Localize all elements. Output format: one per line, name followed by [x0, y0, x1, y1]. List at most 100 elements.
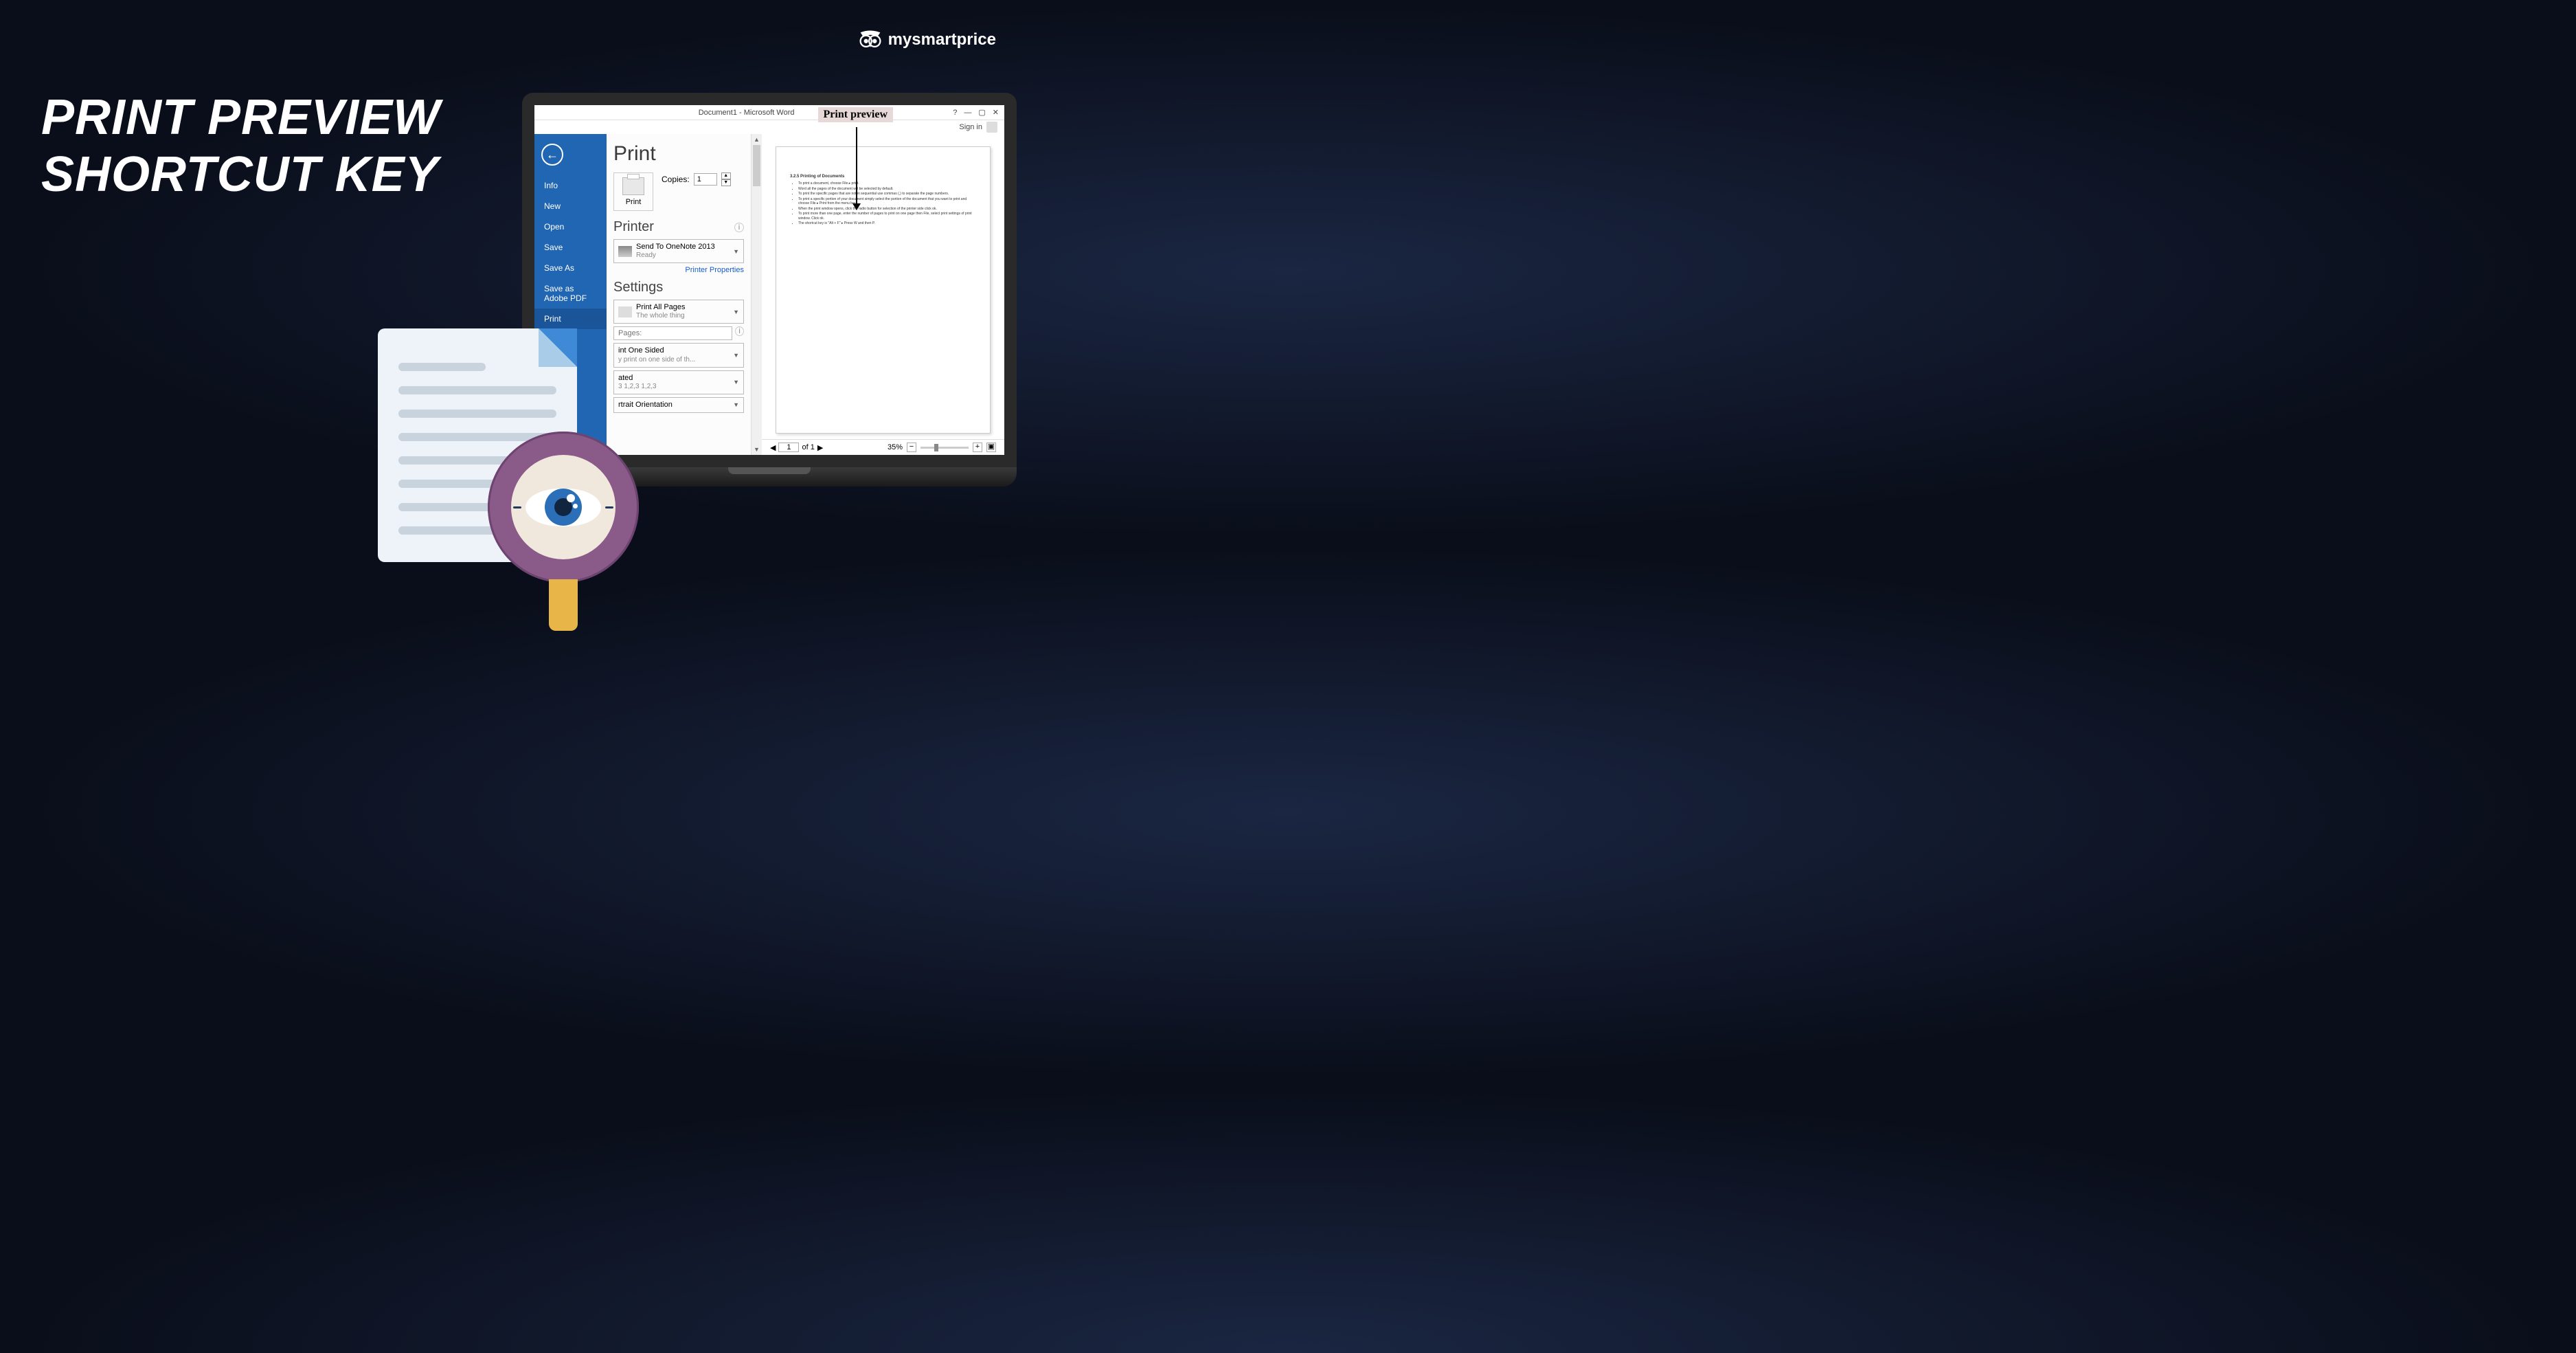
prev-page-button[interactable]: ◀ — [770, 443, 776, 452]
copies-input[interactable] — [694, 173, 717, 186]
doc-line: To print a specific portion of your docu… — [798, 197, 976, 206]
printer-select[interactable]: Send To OneNote 2013 Ready ▼ — [613, 239, 744, 263]
preview-panel: 3.2.5 Printing of Documents To print a d… — [762, 134, 1004, 455]
chevron-down-icon: ▼ — [733, 379, 739, 385]
fit-page-button[interactable]: ▣ — [986, 443, 996, 452]
hero-line1: PRINT PREVIEW — [41, 89, 440, 146]
page-total: of 1 — [802, 443, 814, 451]
sidebar-item-info[interactable]: Info — [534, 175, 607, 196]
restore-button[interactable]: ▢ — [978, 108, 985, 117]
sidebar-item-print[interactable]: Print — [534, 309, 607, 329]
copies-label: Copies: — [662, 175, 690, 184]
back-button[interactable]: ← — [541, 144, 563, 166]
hero-line2: SHORTCUT KEY — [41, 146, 440, 203]
zoom-in-button[interactable]: + — [973, 443, 982, 452]
laptop-screen: Document1 - Microsoft Word ? — ▢ ✕ Sign … — [522, 93, 1017, 467]
word-main: Print Print Copies: ▲ — [607, 134, 1004, 455]
sided-sub: y print on one side of th... — [618, 356, 729, 364]
owl-icon — [858, 27, 883, 52]
page-fold-icon — [539, 328, 577, 367]
doc-list: To print a document, choose File ▸ print… — [798, 181, 976, 226]
doc-line: When the print window opens, click the r… — [798, 207, 976, 212]
scroll-down-icon: ▼ — [752, 444, 762, 455]
collated-sub: 3 1,2,3 1,2,3 — [618, 383, 729, 391]
callout-arrow-icon — [856, 127, 857, 210]
laptop-mockup: Document1 - Microsoft Word ? — ▢ ✕ Sign … — [522, 93, 1017, 487]
avatar-icon[interactable] — [986, 122, 997, 133]
doc-line: To print a document, choose File ▸ print… — [798, 181, 976, 186]
sidebar-item-open[interactable]: Open — [534, 216, 607, 237]
print-pages-select[interactable]: Print All Pages The whole thing ▼ — [613, 300, 744, 324]
chevron-down-icon: ▼ — [733, 248, 739, 255]
word-body: ← Info New Open Save Save As Save as Ado… — [534, 134, 1004, 455]
chevron-down-icon: ▼ — [733, 352, 739, 359]
help-button[interactable]: ? — [953, 109, 957, 117]
scroll-up-icon: ▲ — [752, 134, 762, 145]
next-page-button[interactable]: ▶ — [817, 443, 823, 452]
sidebar-item-saveas[interactable]: Save As — [534, 258, 607, 278]
settings-heading: Settings — [613, 280, 744, 295]
sidebar-item-new[interactable]: New — [534, 196, 607, 216]
pages-sub: The whole thing — [636, 312, 729, 320]
chevron-down-icon: ▼ — [721, 179, 731, 186]
sidebar-item-save[interactable]: Save — [534, 237, 607, 258]
collated-select[interactable]: ated 3 1,2,3 1,2,3 ▼ — [613, 370, 744, 394]
pages-icon — [618, 306, 632, 317]
pages-input[interactable] — [613, 326, 732, 340]
magnifier-icon — [488, 432, 639, 583]
window-controls: ? — ▢ ✕ — [953, 108, 999, 117]
printer-icon — [622, 177, 644, 195]
brand-name: mysmartprice — [888, 30, 996, 49]
pages-option: Print All Pages — [636, 303, 729, 312]
print-preview-callout: Print preview — [818, 107, 893, 122]
zoom-level: 35% — [888, 443, 903, 451]
print-heading: Print — [613, 142, 744, 166]
minimize-button[interactable]: — — [964, 109, 971, 117]
signin-link[interactable]: Sign in — [959, 123, 982, 131]
copies-control: Copies: ▲ ▼ — [662, 172, 731, 186]
orientation-select[interactable]: rtrait Orientation ▼ — [613, 397, 744, 413]
chevron-up-icon: ▲ — [721, 172, 731, 179]
orientation-option: rtrait Orientation — [618, 401, 729, 410]
arrow-left-icon: ← — [546, 148, 558, 162]
settings-scrollbar[interactable]: ▲ ▼ — [751, 134, 762, 455]
copies-spinner[interactable]: ▲ ▼ — [721, 172, 731, 186]
doc-line: To print the specific pages that are not… — [798, 192, 976, 197]
word-window: Document1 - Microsoft Word ? — ▢ ✕ Sign … — [534, 105, 1004, 455]
zoom-slider[interactable] — [920, 447, 969, 449]
preview-footer: ◀ of 1 ▶ 35% − + ▣ — [762, 439, 1004, 455]
preview-page: 3.2.5 Printing of Documents To print a d… — [776, 146, 991, 434]
current-page-input[interactable] — [778, 443, 799, 452]
sided-option: int One Sided — [618, 346, 729, 355]
brand-logo: mysmartprice — [858, 27, 996, 52]
doc-heading: 3.2.5 Printing of Documents — [790, 175, 976, 179]
laptop-notch — [728, 467, 811, 474]
print-button[interactable]: Print — [613, 172, 653, 211]
chevron-down-icon: ▼ — [733, 309, 739, 315]
printer-device-icon — [618, 246, 632, 257]
magnifier-handle — [549, 572, 578, 631]
eye-icon — [526, 489, 601, 526]
signin-row: Sign in — [534, 120, 1004, 134]
page-navigation: ◀ of 1 ▶ — [770, 443, 823, 452]
magnifier-illustration — [488, 432, 639, 583]
doc-line: To print more than one page, enter the n… — [798, 212, 976, 221]
sidebar-item-save-adobe-pdf[interactable]: Save as Adobe PDF — [534, 278, 607, 309]
printer-heading: Printer i — [613, 219, 744, 235]
printer-name: Send To OneNote 2013 — [636, 243, 729, 251]
printer-properties-link[interactable]: Printer Properties — [613, 266, 744, 274]
print-panel: Print Print Copies: ▲ — [607, 134, 751, 455]
zoom-control: 35% − + ▣ — [888, 443, 996, 452]
info-icon[interactable]: i — [734, 223, 744, 232]
doc-line: Word all the pages of the document will … — [798, 187, 976, 192]
titlebar: Document1 - Microsoft Word ? — ▢ ✕ — [534, 105, 1004, 120]
info-icon[interactable]: i — [735, 326, 744, 336]
printer-status: Ready — [636, 251, 729, 260]
scroll-thumb[interactable] — [753, 145, 760, 186]
zoom-out-button[interactable]: − — [907, 443, 916, 452]
collated-option: ated — [618, 374, 729, 383]
one-sided-select[interactable]: int One Sided y print on one side of th.… — [613, 343, 744, 367]
doc-line: The shortcut key is "Alt + F" ▸ Press W … — [798, 221, 976, 226]
chevron-down-icon: ▼ — [733, 401, 739, 408]
close-button[interactable]: ✕ — [993, 108, 999, 117]
